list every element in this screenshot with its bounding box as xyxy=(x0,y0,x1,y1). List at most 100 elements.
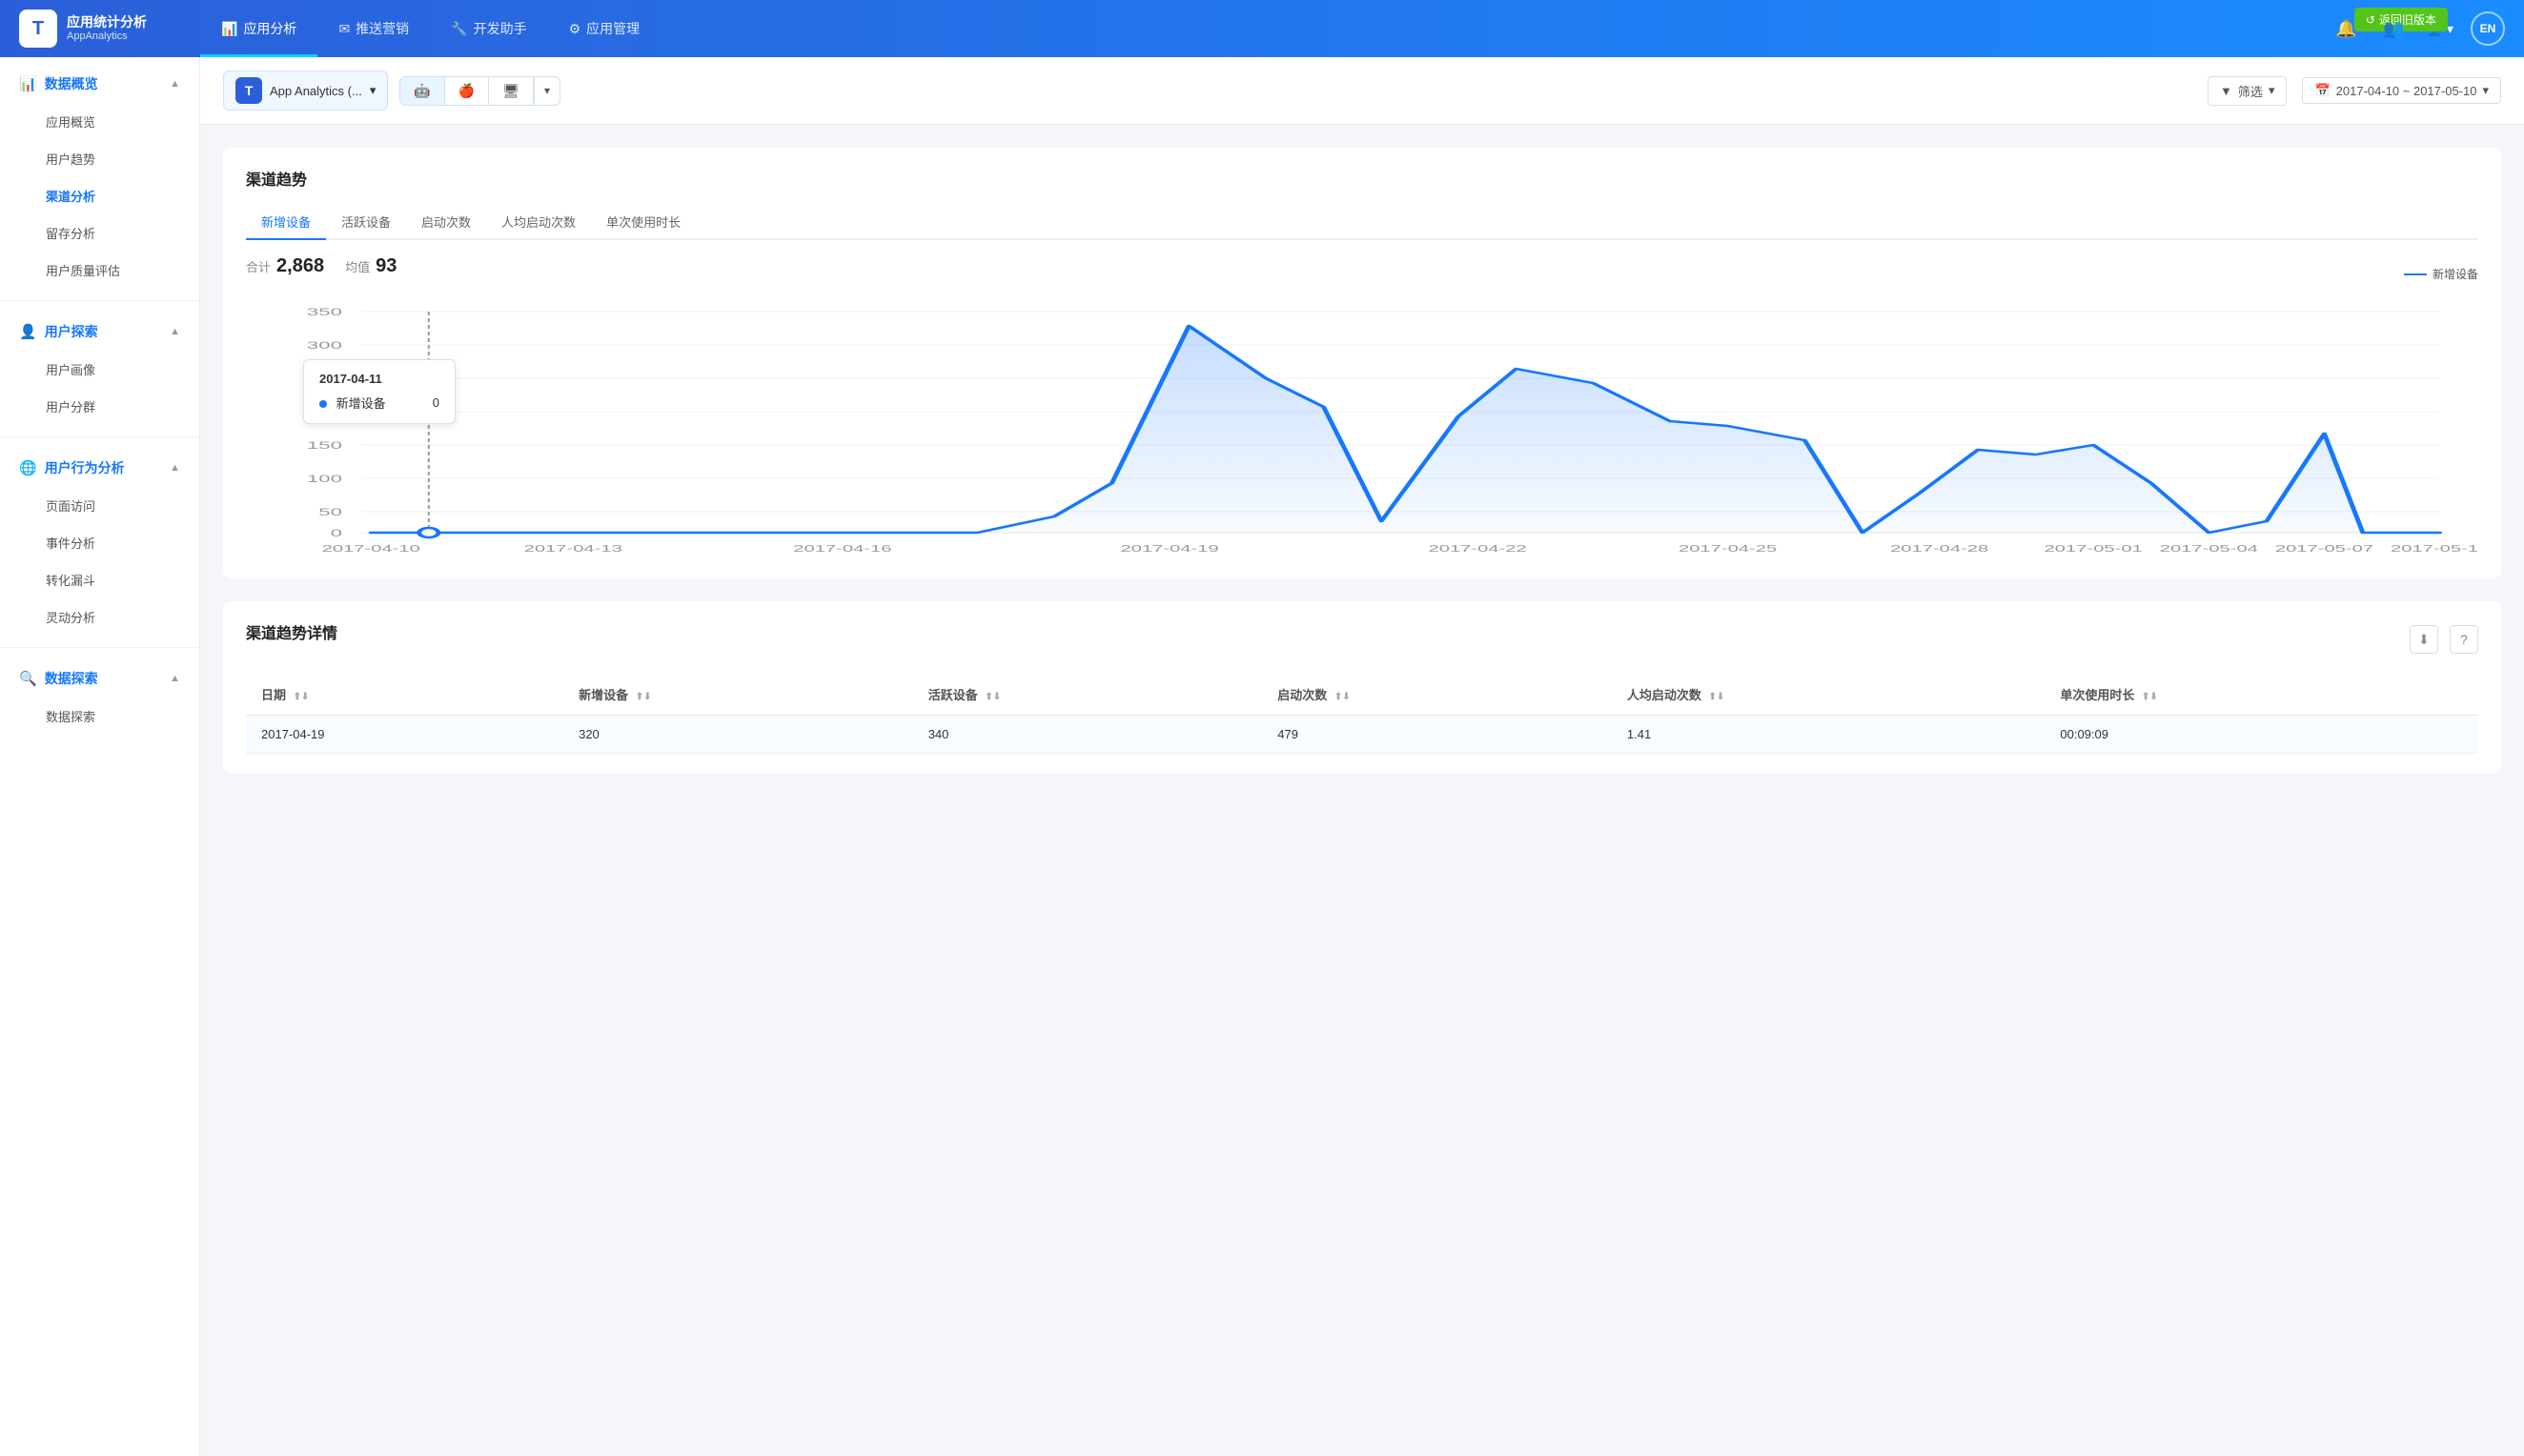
sidebar-section-data-explore: 🔍 数据探索 ▲ 数据探索 xyxy=(0,652,199,742)
table-actions: ⬇ ? xyxy=(2410,625,2478,654)
svg-text:300: 300 xyxy=(307,339,342,352)
sidebar-item-dynamic-analysis[interactable]: 灵动分析 xyxy=(0,598,199,636)
tab-active-devices[interactable]: 活跃设备 xyxy=(326,205,406,240)
data-table: 日期 ⬆⬇ 新增设备 ⬆⬇ 活跃设备 ⬆⬇ xyxy=(246,674,2478,754)
chart-stats: 合计 2,868 均值 93 xyxy=(246,255,397,277)
add-user-button[interactable]: 👥 xyxy=(2379,13,2410,44)
top-nav-menu: 📊 应用分析 ✉ 推送营销 🔧 开发助手 ⚙ 应用管理 xyxy=(200,0,2331,57)
col-active-devices[interactable]: 活跃设备 ⬆⬇ xyxy=(913,674,1263,716)
nav-item-dev[interactable]: 🔧 开发助手 xyxy=(430,0,547,57)
app-selector-button[interactable]: T App Analytics (... ▾ xyxy=(223,71,388,111)
col-duration[interactable]: 单次使用时长 ⬆⬇ xyxy=(2045,674,2478,716)
nav-item-manage[interactable]: ⚙ 应用管理 xyxy=(548,0,662,57)
sidebar-item-page-visit[interactable]: 页面访问 xyxy=(0,487,199,524)
nav-label-manage: 应用管理 xyxy=(586,19,640,38)
sort-icon-avg-launches: ⬆⬇ xyxy=(1709,692,1725,702)
download-button[interactable]: ⬇ xyxy=(2410,625,2438,654)
content-topbar: T App Analytics (... ▾ 🤖 🍎 🖥 ▾ ▼ 筛选 ▾ xyxy=(200,57,2524,125)
table-section-title: 渠道趋势详情 xyxy=(246,620,337,643)
sidebar-group-data-overview[interactable]: 📊 数据概览 ▲ xyxy=(0,65,199,103)
cell-date: 2017-04-19 xyxy=(246,716,563,754)
person-icon: 👤 xyxy=(19,323,37,340)
col-date-label: 日期 xyxy=(261,688,286,702)
legend-label: 新增设备 xyxy=(2432,266,2478,282)
platform-ios-button[interactable]: 🍎 xyxy=(445,77,489,105)
app-selector-chevron-icon: ▾ xyxy=(370,83,377,98)
sidebar-item-user-trends[interactable]: 用户趋势 xyxy=(0,140,199,177)
cell-duration: 00:09:09 xyxy=(2045,716,2478,754)
chart-point xyxy=(419,528,438,537)
sidebar-group-label-user-explore: 用户探索 xyxy=(45,322,98,341)
svg-text:100: 100 xyxy=(307,473,342,485)
dev-icon: 🔧 xyxy=(451,21,467,37)
sidebar-group-label-overview: 数据概览 xyxy=(45,74,98,93)
sidebar: 📊 数据概览 ▲ 应用概览 用户趋势 渠道分析 留存分析 用户质量评估 👤 用户… xyxy=(0,57,200,1456)
tab-launches[interactable]: 启动次数 xyxy=(406,205,486,240)
tab-avg-launches[interactable]: 人均启动次数 xyxy=(486,205,591,240)
svg-text:0: 0 xyxy=(331,527,343,539)
sidebar-item-channel-analysis[interactable]: 渠道分析 xyxy=(0,177,199,214)
nav-item-push[interactable]: ✉ 推送营销 xyxy=(317,0,430,57)
svg-text:200: 200 xyxy=(307,406,342,418)
language-button[interactable]: EN xyxy=(2471,11,2505,46)
avg-value: 93 xyxy=(376,255,397,277)
sidebar-section-behavior: 🌐 用户行为分析 ▲ 页面访问 事件分析 转化漏斗 灵动分析 xyxy=(0,441,199,643)
sidebar-item-user-quality[interactable]: 用户质量评估 xyxy=(0,252,199,289)
sidebar-divider-3 xyxy=(0,647,199,648)
svg-text:2017-04-22: 2017-04-22 xyxy=(1429,544,1527,555)
col-date[interactable]: 日期 ⬆⬇ xyxy=(246,674,563,716)
col-avg-launches[interactable]: 人均启动次数 ⬆⬇ xyxy=(1612,674,2046,716)
chart-tabs: 新增设备 活跃设备 启动次数 人均启动次数 单次使用时长 xyxy=(246,205,2478,240)
sidebar-item-retention[interactable]: 留存分析 xyxy=(0,214,199,252)
top-nav: T 应用统计分析 AppAnalytics 📊 应用分析 ✉ 推送营销 🔧 开发… xyxy=(0,0,2524,57)
cell-launches: 479 xyxy=(1262,716,1612,754)
col-duration-label: 单次使用时长 xyxy=(2060,688,2134,702)
col-new-devices[interactable]: 新增设备 ⬆⬇ xyxy=(563,674,913,716)
svg-text:2017-05-01: 2017-05-01 xyxy=(2045,544,2143,555)
filter-chevron-icon: ▾ xyxy=(2269,83,2275,98)
manage-icon: ⚙ xyxy=(569,21,581,37)
filter-label: 筛选 xyxy=(2238,82,2263,100)
tab-duration[interactable]: 单次使用时长 xyxy=(591,205,696,240)
svg-text:350: 350 xyxy=(307,306,342,318)
sidebar-group-data-explore[interactable]: 🔍 数据探索 ▲ xyxy=(0,659,199,698)
platform-android-button[interactable]: 🤖 xyxy=(400,77,444,105)
date-range-button[interactable]: 📅 2017-04-10 ~ 2017-05-10 ▾ xyxy=(2302,77,2501,104)
col-launches-label: 启动次数 xyxy=(1277,688,1327,702)
app-selector-label: App Analytics (... xyxy=(270,84,362,98)
notification-button[interactable]: 🔔 xyxy=(2331,13,2362,44)
topbar-right: ▼ 筛选 ▾ 📅 2017-04-10 ~ 2017-05-10 ▾ xyxy=(2208,76,2501,106)
sidebar-group-behavior[interactable]: 🌐 用户行为分析 ▲ xyxy=(0,449,199,487)
return-icon: ↺ xyxy=(2366,13,2375,27)
sidebar-item-event-analysis[interactable]: 事件分析 xyxy=(0,524,199,561)
help-button[interactable]: ? xyxy=(2450,625,2478,654)
table-body: 2017-04-19 320 340 479 1.41 00:09:09 xyxy=(246,716,2478,754)
total-label: 合计 xyxy=(246,257,271,275)
avg-label: 均值 xyxy=(345,257,370,275)
cell-avg-launches: 1.41 xyxy=(1612,716,2046,754)
sidebar-item-user-segment[interactable]: 用户分群 xyxy=(0,388,199,425)
svg-text:2017-04-16: 2017-04-16 xyxy=(793,544,891,555)
nav-item-analytics[interactable]: 📊 应用分析 xyxy=(200,0,317,57)
push-icon: ✉ xyxy=(338,21,350,37)
sidebar-item-user-portrait[interactable]: 用户画像 xyxy=(0,351,199,388)
tab-new-devices[interactable]: 新增设备 xyxy=(246,205,326,240)
data-icon: 🔍 xyxy=(19,670,37,687)
nav-label-dev: 开发助手 xyxy=(474,19,527,38)
platform-more-button[interactable]: ▾ xyxy=(534,78,560,103)
svg-text:2017-04-10: 2017-04-10 xyxy=(322,544,420,555)
filter-button[interactable]: ▼ 筛选 ▾ xyxy=(2208,76,2287,106)
sidebar-item-funnel[interactable]: 转化漏斗 xyxy=(0,561,199,598)
sidebar-item-data-explore[interactable]: 数据探索 xyxy=(0,698,199,735)
sidebar-item-app-overview[interactable]: 应用概览 xyxy=(0,103,199,140)
sidebar-group-user-explore[interactable]: 👤 用户探索 ▲ xyxy=(0,313,199,351)
app-selector-icon: T xyxy=(235,77,262,104)
platform-web-button[interactable]: 🖥 xyxy=(489,77,534,105)
logo-icon: T xyxy=(19,10,57,48)
sidebar-group-label-behavior: 用户行为分析 xyxy=(45,458,125,477)
svg-text:2017-04-28: 2017-04-28 xyxy=(1890,544,1988,555)
col-launches[interactable]: 启动次数 ⬆⬇ xyxy=(1262,674,1612,716)
page-content: 渠道趋势 新增设备 活跃设备 启动次数 人均启动次数 单次使用时长 合计 2,8… xyxy=(200,125,2524,796)
main-content: T App Analytics (... ▾ 🤖 🍎 🖥 ▾ ▼ 筛选 ▾ xyxy=(200,57,2524,1456)
platform-selector: 🤖 🍎 🖥 ▾ xyxy=(399,76,560,106)
